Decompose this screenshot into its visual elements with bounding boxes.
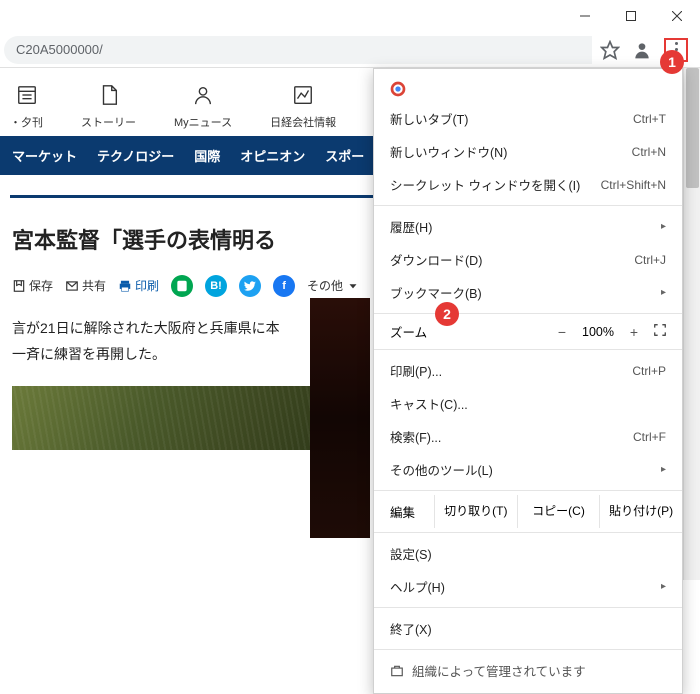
menu-more-tools[interactable]: その他のツール(L) bbox=[374, 453, 682, 486]
menu-help[interactable]: ヘルプ(H) bbox=[374, 570, 682, 603]
menu-edit-row: 編集 切り取り(T) コピー(C) 貼り付け(P) bbox=[374, 495, 682, 528]
share-action[interactable]: 共有 bbox=[65, 277, 106, 294]
chrome-menu: 新しいタブ(T)Ctrl+T 新しいウィンドウ(N)Ctrl+N シークレット … bbox=[373, 68, 683, 694]
close-button[interactable] bbox=[654, 0, 700, 32]
menu-new-window[interactable]: 新しいウィンドウ(N)Ctrl+N bbox=[374, 135, 682, 168]
profile-icon[interactable] bbox=[632, 40, 652, 60]
article-thumbnail[interactable] bbox=[12, 386, 342, 450]
nav-company[interactable]: 日経会社情報 bbox=[270, 82, 336, 130]
menu-paste[interactable]: 貼り付け(P) bbox=[599, 495, 682, 528]
menu-new-tab[interactable]: 新しいタブ(T)Ctrl+T bbox=[374, 102, 682, 135]
menu-cut[interactable]: 切り取り(T) bbox=[434, 495, 517, 528]
url-input[interactable]: C20A5000000/ bbox=[4, 36, 592, 64]
zoom-out-button[interactable]: − bbox=[548, 324, 576, 340]
tab-international[interactable]: 国際 bbox=[194, 146, 220, 165]
menu-bookmarks[interactable]: ブックマーク(B) bbox=[374, 276, 682, 309]
vertical-scrollbar[interactable] bbox=[683, 68, 700, 580]
facebook-icon[interactable]: f bbox=[273, 275, 295, 297]
tab-technology[interactable]: テクノロジー bbox=[97, 146, 174, 165]
menu-settings[interactable]: 設定(S) bbox=[374, 537, 682, 570]
address-bar: C20A5000000/ bbox=[0, 32, 700, 68]
star-icon[interactable] bbox=[600, 40, 620, 60]
other-action[interactable]: その他 bbox=[307, 277, 360, 294]
menu-header-icon bbox=[374, 75, 682, 102]
save-action[interactable]: 保存 bbox=[12, 277, 53, 294]
nav-mynews[interactable]: Myニュース bbox=[174, 82, 232, 130]
twitter-icon[interactable] bbox=[239, 275, 261, 297]
menu-managed: 組織によって管理されています bbox=[374, 654, 682, 687]
fullscreen-button[interactable] bbox=[648, 323, 672, 340]
menu-copy[interactable]: コピー(C) bbox=[517, 495, 600, 528]
zoom-in-button[interactable]: + bbox=[620, 324, 648, 340]
chart-icon bbox=[290, 82, 316, 108]
annotation-badge-1: 1 bbox=[660, 50, 684, 74]
zoom-value: 100% bbox=[576, 325, 620, 339]
nav-label: 日経会社情報 bbox=[270, 114, 336, 130]
menu-find[interactable]: 検索(F)...Ctrl+F bbox=[374, 420, 682, 453]
hatena-icon[interactable]: B! bbox=[205, 275, 227, 297]
article-photo bbox=[310, 298, 370, 538]
menu-incognito[interactable]: シークレット ウィンドウを開く(I)Ctrl+Shift+N bbox=[374, 168, 682, 201]
evernote-icon[interactable] bbox=[171, 275, 193, 297]
menu-downloads[interactable]: ダウンロード(D)Ctrl+J bbox=[374, 243, 682, 276]
menu-history[interactable]: 履歴(H) bbox=[374, 210, 682, 243]
menu-print[interactable]: 印刷(P)...Ctrl+P bbox=[374, 354, 682, 387]
tab-market[interactable]: マーケット bbox=[12, 146, 77, 165]
person-icon bbox=[190, 82, 216, 108]
menu-zoom: ズーム − 100% + bbox=[374, 318, 682, 345]
minimize-button[interactable] bbox=[562, 0, 608, 32]
annotation-badge-2: 2 bbox=[435, 302, 459, 326]
menu-exit[interactable]: 終了(X) bbox=[374, 612, 682, 645]
window-titlebar bbox=[0, 0, 700, 32]
nav-evening[interactable]: ・夕刊 bbox=[10, 82, 43, 130]
tab-opinion[interactable]: オピニオン bbox=[240, 146, 305, 165]
nav-label: Myニュース bbox=[174, 114, 232, 130]
nav-label: ストーリー bbox=[81, 114, 136, 130]
newspaper-icon bbox=[14, 82, 40, 108]
maximize-button[interactable] bbox=[608, 0, 654, 32]
tab-sports[interactable]: スポー bbox=[325, 146, 364, 165]
print-action[interactable]: 印刷 bbox=[118, 277, 159, 294]
document-icon bbox=[96, 82, 122, 108]
nav-story[interactable]: ストーリー bbox=[81, 82, 136, 130]
nav-label: ・夕刊 bbox=[10, 114, 43, 130]
menu-cast[interactable]: キャスト(C)... bbox=[374, 387, 682, 420]
